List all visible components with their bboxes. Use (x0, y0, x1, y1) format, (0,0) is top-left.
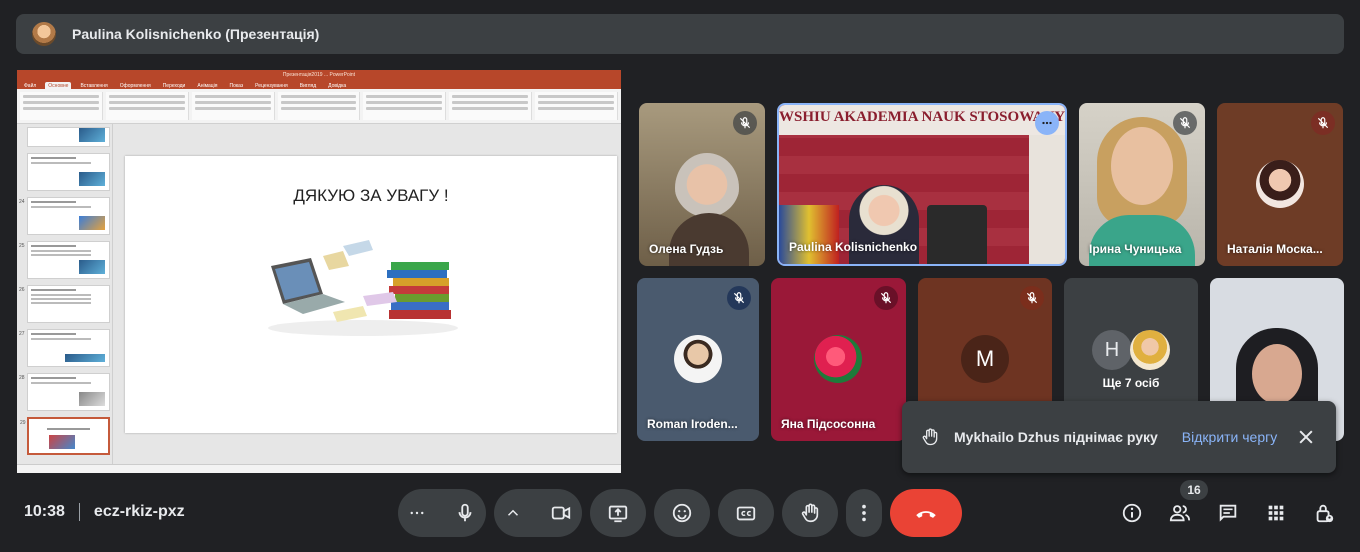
participant-name: Ірина Чуницька (1089, 242, 1182, 256)
mic-off-icon (874, 286, 898, 310)
hang-up-icon (916, 511, 936, 518)
ribbon-tab: Переходи (162, 83, 186, 89)
participant-tile[interactable]: Наталія Моска... (1217, 103, 1343, 266)
camera-icon[interactable] (550, 502, 572, 524)
info-icon (1122, 503, 1142, 523)
ribbon-tab: Вигляд (299, 83, 317, 89)
present-screen-icon (608, 505, 628, 523)
host-controls-button[interactable] (1311, 500, 1337, 526)
ribbon-tab: Оформлення (119, 83, 151, 89)
people-button[interactable] (1167, 500, 1193, 526)
mic-off-icon (1173, 111, 1197, 135)
camera-control-group (494, 489, 582, 537)
meeting-code: ecz-rkiz-pxz (93, 503, 185, 520)
powerpoint-titlebar: Презентація2019 ... PowerPoint (17, 70, 621, 80)
more-audio-options-icon[interactable] (408, 504, 426, 522)
presenter-bar: Paulina Kolisnichenko (Презентація) (16, 14, 1344, 54)
raise-hand-notification: Mykhailo Dzhus піднімає руку Відкрити че… (902, 401, 1336, 473)
participant-video (1111, 127, 1173, 205)
chevron-up-icon[interactable] (504, 504, 522, 522)
participant-tile[interactable]: Яна Підсосонна (771, 278, 906, 441)
presenter-title: Paulina Kolisnichenko (Презентація) (72, 26, 320, 42)
mic-icon[interactable] (454, 502, 476, 524)
slide-thumbnail: 24 (19, 197, 110, 235)
mic-control-group (398, 489, 486, 537)
slide-thumbnail: 25 (19, 241, 110, 279)
participant-name: Наталія Моска... (1227, 242, 1323, 256)
participant-avatar (1130, 330, 1170, 370)
reactions-button[interactable] (654, 489, 710, 537)
mic-off-icon (733, 111, 757, 135)
participant-video (1252, 344, 1302, 404)
chat-button[interactable] (1215, 500, 1241, 526)
powerpoint-ribbon (17, 89, 621, 124)
slide-canvas: ДЯКУЮ ЗА УВАГУ ! (113, 124, 621, 464)
presenter-avatar (32, 22, 56, 46)
participant-name: Roman Iroden... (647, 417, 738, 431)
more-participants-label: Ще 7 осіб (1102, 376, 1160, 390)
participant-count-badge: 16 (1180, 480, 1208, 500)
closed-captions-icon (736, 506, 756, 521)
ribbon-tab: Довідка (328, 83, 347, 89)
ribbon-tab: Файл (24, 83, 37, 89)
slide-title: ДЯКУЮ ЗА УВАГУ ! (293, 186, 449, 205)
participant-tile[interactable]: Roman Iroden... (637, 278, 759, 441)
participant-name: Яна Підсосонна (781, 417, 876, 431)
mic-off-icon (1311, 111, 1335, 135)
ribbon-tab: Вставлення (80, 83, 108, 89)
chat-icon (1219, 504, 1237, 522)
close-icon[interactable] (1296, 427, 1316, 447)
ribbon-tab: Показ (229, 83, 244, 89)
leave-call-button[interactable] (890, 489, 962, 537)
powerpoint-statusbar (17, 464, 621, 473)
slide-thumbnails: 24 25 26 27 28 29 (17, 124, 113, 464)
ribbon-tab: Рецензування (255, 83, 288, 89)
slide-thumbnail (27, 153, 110, 191)
ribbon-tab: Анімація (197, 83, 218, 89)
raise-hand-button[interactable] (782, 489, 838, 537)
shared-screen[interactable]: Презентація2019 ... PowerPoint Файл Осно… (17, 70, 621, 473)
lock-person-icon (1316, 504, 1334, 523)
participant-tile[interactable]: Олена Гудзь (639, 103, 765, 266)
participant-avatar (814, 335, 862, 383)
participant-avatar: M (961, 335, 1009, 383)
present-button[interactable] (590, 489, 646, 537)
slide-thumbnail: 27 (19, 329, 110, 367)
participant-name: Paulina Kolisnichenko (789, 240, 918, 254)
captions-button[interactable] (718, 489, 774, 537)
more-options-icon[interactable] (1035, 111, 1059, 135)
ribbon-tab: Основне (45, 82, 72, 89)
participant-avatar (674, 335, 722, 383)
participant-tile[interactable]: Ірина Чуницька (1079, 103, 1205, 266)
mic-off-icon (727, 286, 751, 310)
more-options-button[interactable] (846, 489, 882, 537)
participant-avatar: H (1092, 330, 1132, 370)
slide-thumbnail (27, 127, 110, 147)
emoji-icon (672, 503, 692, 523)
meeting-info: 10:38 ecz-rkiz-pxz (24, 503, 185, 521)
people-icon (1169, 505, 1191, 522)
banner-text: WSHIU AKADEMIA NAUK STOSOWANYCH (779, 109, 1067, 125)
slide-thumbnail: 26 (19, 285, 110, 323)
powerpoint-ribbon-tabs: Файл Основне Вставлення Оформлення Перех… (17, 80, 621, 89)
laptop-books-illustration (268, 240, 458, 336)
participant-tile-active-speaker[interactable]: WSHIU AKADEMIA NAUK STOSOWANYCH Paulina … (777, 103, 1067, 266)
mic-off-icon (1020, 286, 1044, 310)
participant-avatar (1256, 160, 1304, 208)
hand-icon (801, 503, 819, 523)
hand-icon (922, 428, 938, 446)
slide-thumbnail-selected: 29 (20, 417, 110, 455)
activities-button[interactable] (1263, 500, 1289, 526)
more-vert-icon (862, 504, 866, 522)
apps-grid-icon (1268, 505, 1284, 521)
clock: 10:38 (24, 503, 65, 520)
meeting-details-button[interactable] (1119, 500, 1145, 526)
slide-thumbnail: 28 (19, 373, 110, 411)
open-queue-link[interactable]: Відкрити чергу (1182, 429, 1277, 445)
current-slide: ДЯКУЮ ЗА УВАГУ ! (125, 156, 617, 433)
notification-text: Mykhailo Dzhus піднімає руку (954, 429, 1158, 445)
participant-name: Олена Гудзь (649, 242, 724, 256)
